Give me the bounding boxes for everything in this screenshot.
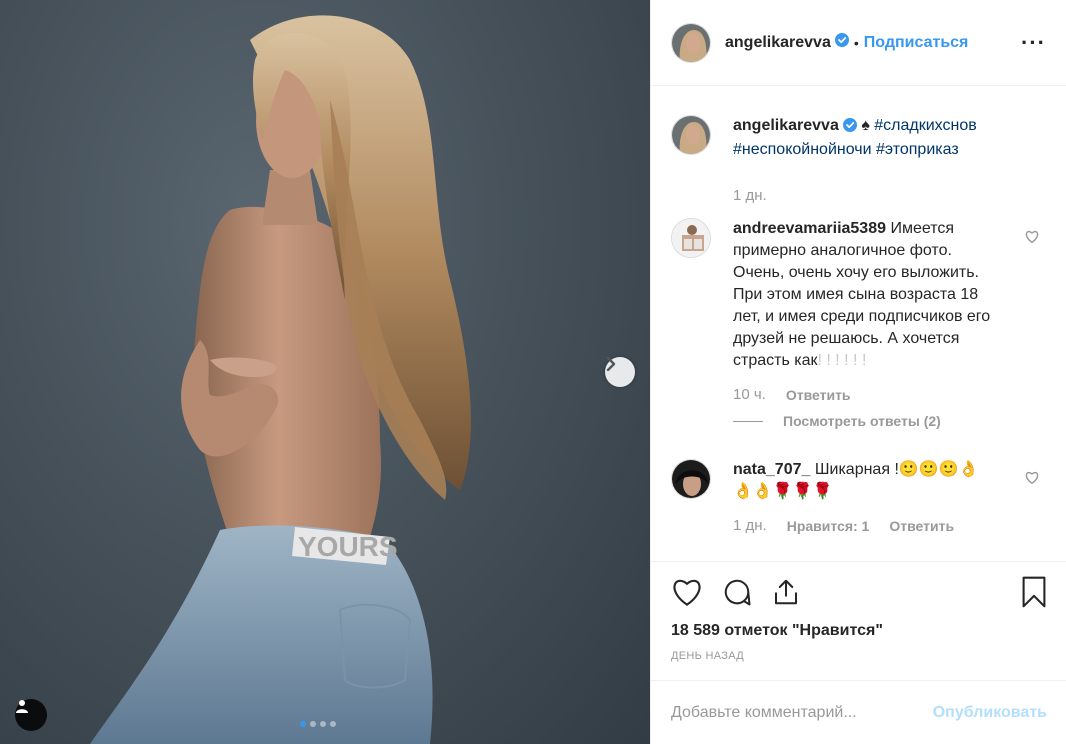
likes-count[interactable]: 18 589 отметок "Нравится": [671, 622, 1047, 640]
avatar-image: [672, 116, 710, 154]
person-tag-icon: [16, 700, 28, 713]
hashtag-link[interactable]: #сладкихснов: [874, 117, 976, 134]
author-username[interactable]: angelikarevva: [725, 34, 831, 52]
view-replies-line: [733, 420, 763, 422]
view-replies-label: Посмотреть ответы (2): [783, 413, 941, 429]
comment-text-cut: ! ! ! ! ! !: [817, 352, 867, 369]
caption: angelikarevva ♠ #сладкихснов #неспокойно…: [671, 115, 1047, 161]
hashtag-link[interactable]: #неспокойнойночи: [733, 141, 872, 158]
caption-symbol: ♠: [861, 117, 870, 134]
hashtag-link[interactable]: #этоприказ: [876, 141, 959, 158]
avatar-image: [672, 23, 710, 62]
tagged-people-button[interactable]: [15, 699, 47, 731]
waistband-text: YOURS: [298, 531, 398, 562]
comment-icon[interactable]: [721, 577, 753, 612]
publish-button[interactable]: Опубликовать: [933, 704, 1047, 722]
caption-meta: 1 дн.: [733, 187, 1047, 204]
carousel-dot: [320, 721, 326, 727]
carousel-dot: [300, 721, 306, 727]
caption-username[interactable]: angelikarevva: [733, 117, 839, 134]
view-replies-button[interactable]: Посмотреть ответы (2): [733, 413, 1047, 429]
comment-time[interactable]: 1 дн.: [733, 517, 767, 534]
add-comment-bar: Опубликовать: [651, 680, 1066, 744]
comment-item: nata_707_ Шикарная !🙂🙂🙂👌👌👌🌹🌹🌹: [671, 459, 1047, 503]
comment-meta: 1 дн. Нравится: 1 Ответить: [733, 517, 1047, 534]
post-photo[interactable]: YOURS: [0, 0, 650, 744]
separator-dot: •: [853, 34, 859, 51]
commenter-avatar[interactable]: [671, 218, 711, 258]
comment-likes-count[interactable]: Нравится: 1: [787, 518, 870, 534]
comment-item: andreevamariia5389 Имеется примерно анал…: [671, 218, 1047, 372]
post-date[interactable]: ДЕНЬ НАЗАД: [671, 650, 1047, 662]
carousel-dots: [300, 721, 336, 727]
more-options-icon[interactable]: ···: [1021, 31, 1046, 54]
follow-button[interactable]: Подписаться: [864, 34, 969, 52]
avatar-image: [672, 219, 710, 257]
caption-time[interactable]: 1 дн.: [733, 187, 767, 204]
comment-like-icon[interactable]: [1025, 230, 1039, 248]
post-header: angelikarevva • Подписаться ···: [651, 0, 1066, 86]
carousel-dot: [330, 721, 336, 727]
author-avatar[interactable]: [671, 22, 711, 63]
next-photo-button[interactable]: [605, 357, 635, 387]
heart-icon[interactable]: [671, 577, 703, 612]
comments-list[interactable]: angelikarevva ♠ #сладкихснов #неспокойно…: [651, 87, 1066, 561]
verified-badge-icon: [834, 33, 849, 52]
bookmark-icon[interactable]: [1021, 576, 1047, 613]
share-icon[interactable]: [771, 577, 801, 612]
reply-button[interactable]: Ответить: [786, 387, 851, 403]
avatar-image: [672, 460, 710, 498]
comment-username[interactable]: nata_707_: [733, 461, 810, 478]
comment-like-icon[interactable]: [1025, 471, 1039, 489]
chevron-right-icon: [606, 357, 616, 371]
comment-time[interactable]: 10 ч.: [733, 386, 766, 403]
post-side-panel: angelikarevva • Подписаться ··· angelika…: [650, 0, 1066, 744]
comment-text: Имеется примерно аналогичное фото. Очень…: [733, 220, 991, 369]
carousel-dot: [310, 721, 316, 727]
reply-button[interactable]: Ответить: [889, 518, 954, 534]
comment-username[interactable]: andreevamariia5389: [733, 220, 886, 237]
commenter-avatar[interactable]: [671, 459, 711, 499]
comment-input[interactable]: [671, 703, 933, 722]
comment-meta: 10 ч. Ответить: [733, 386, 1047, 403]
photo-illustration: YOURS: [90, 15, 471, 744]
verified-badge-icon: [842, 117, 857, 139]
caption-avatar[interactable]: [671, 115, 711, 155]
post-actions: 18 589 отметок "Нравится" ДЕНЬ НАЗАД: [651, 561, 1066, 662]
